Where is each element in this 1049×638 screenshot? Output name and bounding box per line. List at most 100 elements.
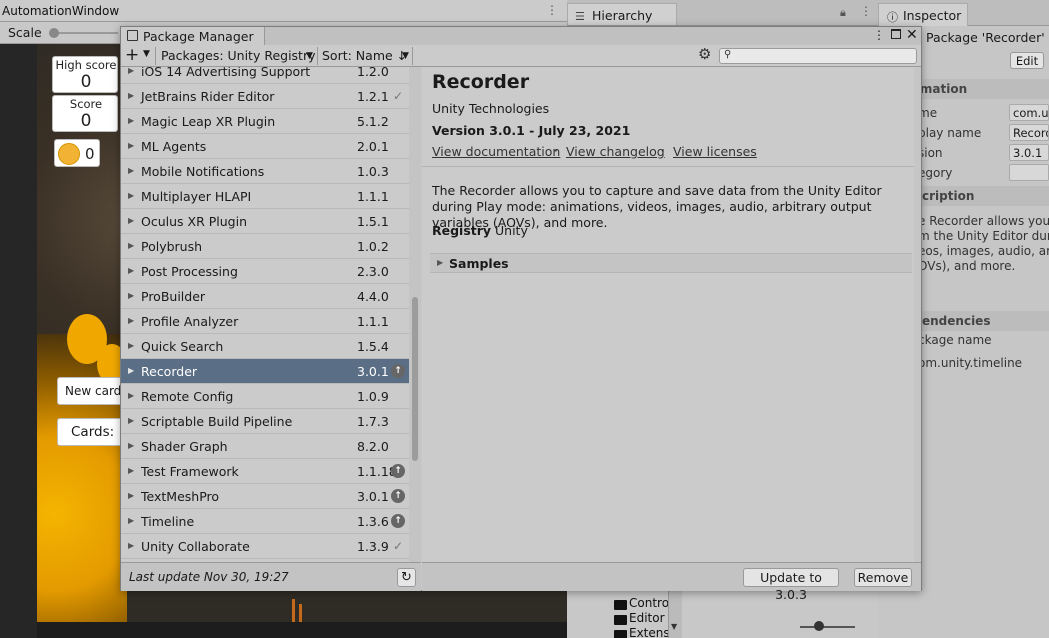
icon-size-slider-thumb[interactable]: [814, 621, 824, 631]
package-list-footer: Last update Nov 30, 19:27 ↻: [121, 562, 421, 591]
package-list-item[interactable]: ▶ iOS 14 Advertising Support 1.2.0: [121, 67, 409, 84]
divider: [422, 166, 914, 167]
update-available-icon: ↑: [391, 464, 405, 478]
chevron-right-icon[interactable]: ▶: [128, 291, 134, 300]
tab-hierarchy[interactable]: ☰ Hierarchy: [567, 3, 677, 25]
hierarchy-tab-bar: ☰ Hierarchy: [567, 0, 878, 26]
samples-foldout[interactable]: ▶ Samples: [430, 253, 912, 273]
field-value[interactable]: com.un: [1009, 104, 1049, 121]
packages-source-dropdown[interactable]: Packages: Unity Registry: [161, 48, 316, 63]
chevron-right-icon[interactable]: ▶: [128, 216, 134, 225]
chevron-right-icon[interactable]: ▶: [128, 316, 134, 325]
package-name: Recorder: [141, 364, 198, 379]
update-button[interactable]: Update to 3.0.3: [743, 568, 839, 602]
package-list-scroll-thumb[interactable]: [412, 297, 418, 461]
chevron-right-icon[interactable]: ▶: [128, 191, 134, 200]
package-name: ProBuilder: [141, 289, 206, 304]
dependencies-header[interactable]: endencies: [920, 311, 1049, 331]
scale-slider-track[interactable]: [58, 32, 118, 34]
package-manager-titlebar[interactable]: Package Manager ⋮ ✕: [121, 27, 921, 45]
chevron-right-icon[interactable]: ▶: [128, 116, 134, 125]
chevron-right-icon[interactable]: ▶: [128, 141, 134, 150]
package-list-item[interactable]: ▶ TextMeshPro 3.0.1 ↑: [121, 484, 409, 509]
chevron-right-icon[interactable]: ▶: [128, 341, 134, 350]
add-package-button[interactable]: +: [125, 46, 139, 64]
installed-check-icon: ✓: [392, 89, 404, 103]
package-manager-window: Package Manager ⋮ ✕ + ▼ Packages: Unity …: [120, 26, 922, 602]
package-list-item[interactable]: ▶ Scriptable Build Pipeline 1.7.3: [121, 409, 409, 434]
chevron-down-icon[interactable]: ▼: [143, 49, 150, 59]
tab-inspector[interactable]: ⓘ Inspector: [878, 3, 968, 26]
package-list-item[interactable]: ▶ Unity Collaborate 1.3.9 ✓: [121, 534, 409, 559]
package-list-item[interactable]: ▶ Test Framework 1.1.18 ↑: [121, 459, 409, 484]
chevron-right-icon[interactable]: ▶: [128, 391, 134, 400]
package-list-item[interactable]: ▶ Post Processing 2.3.0: [121, 259, 409, 284]
icon-size-slider-track[interactable]: [800, 626, 855, 628]
chevron-right-icon[interactable]: ▶: [128, 491, 134, 500]
chevron-down-icon[interactable]: ▼: [306, 51, 313, 61]
package-list-item[interactable]: ▶ Remote Config 1.0.9: [121, 384, 409, 409]
package-list-item[interactable]: ▶ ProBuilder 4.4.0: [121, 284, 409, 309]
chevron-right-icon[interactable]: ▶: [128, 91, 134, 100]
field-value[interactable]: 3.0.1: [1009, 144, 1049, 161]
view-changelog-link[interactable]: View changelog: [566, 144, 665, 159]
coin-value: 0: [85, 145, 95, 163]
chevron-right-icon[interactable]: ▶: [128, 67, 134, 75]
more-options-icon[interactable]: ⋮: [860, 4, 872, 18]
tab-package-manager[interactable]: Package Manager: [121, 27, 265, 45]
edit-button[interactable]: Edit: [1010, 52, 1044, 69]
chevron-right-icon[interactable]: ▶: [128, 516, 134, 525]
search-input[interactable]: ⚲: [719, 48, 917, 64]
field-value[interactable]: [1009, 164, 1049, 181]
chevron-right-icon[interactable]: ▶: [128, 366, 134, 375]
toolbar-divider: [412, 47, 413, 65]
package-list-item[interactable]: ▶ JetBrains Rider Editor 1.2.1 ✓: [121, 84, 409, 109]
new-card-button[interactable]: New card: [57, 377, 127, 405]
description-line: m the Unity Editor durin: [918, 229, 1049, 243]
chevron-right-icon[interactable]: ▶: [128, 266, 134, 275]
scale-slider-thumb[interactable]: [49, 28, 59, 38]
information-header[interactable]: rmation: [912, 79, 1049, 99]
view-documentation-link[interactable]: View documentation: [432, 144, 560, 159]
chevron-right-icon[interactable]: ▶: [128, 466, 134, 475]
chevron-right-icon[interactable]: ▶: [128, 541, 134, 550]
remove-button[interactable]: Remove: [854, 568, 912, 587]
gear-icon[interactable]: ⚙: [698, 45, 711, 63]
package-list-item[interactable]: ▶ Timeline 1.3.6 ↑: [121, 509, 409, 534]
field-label: egory: [918, 166, 953, 180]
package-version: 2.3.0: [357, 264, 389, 279]
package-list-item[interactable]: ▶ Quick Search 1.5.4: [121, 334, 409, 359]
chevron-right-icon[interactable]: ▶: [128, 416, 134, 425]
lock-icon[interactable]: 🔒︎: [840, 6, 846, 20]
package-list-item[interactable]: ▶ Multiplayer HLAPI 1.1.1: [121, 184, 409, 209]
automation-window-titlebar[interactable]: AutomationWindow ⋮: [0, 0, 567, 22]
package-list-item[interactable]: ▶ Profile Analyzer 1.1.1: [121, 309, 409, 334]
package-list-item[interactable]: ▶ Polybrush 1.0.2: [121, 234, 409, 259]
package-list-item[interactable]: ▶ Oculus XR Plugin 1.5.1: [121, 209, 409, 234]
search-icon: ⚲: [724, 49, 732, 60]
field-value[interactable]: Record: [1009, 124, 1049, 141]
package-list-item[interactable]: ▶ ML Agents 2.0.1: [121, 134, 409, 159]
package-name: Scriptable Build Pipeline: [141, 414, 293, 429]
chevron-right-icon[interactable]: ▶: [128, 241, 134, 250]
chevron-right-icon[interactable]: ▶: [128, 441, 134, 450]
chevron-down-icon[interactable]: ▼: [402, 51, 409, 61]
more-options-icon[interactable]: ⋮: [873, 28, 885, 42]
details-scrollbar[interactable]: [914, 67, 921, 562]
sort-dropdown[interactable]: Sort: Name ↓: [322, 48, 407, 63]
package-version: Version 3.0.1 - July 23, 2021: [432, 123, 631, 138]
package-list-item[interactable]: ▶ Recorder 3.0.1 ↑: [121, 359, 409, 384]
toolbar-divider: [317, 47, 318, 65]
refresh-button[interactable]: ↻: [397, 568, 416, 587]
update-available-icon: ↑: [391, 489, 405, 503]
package-list-item[interactable]: ▶ Shader Graph 8.2.0: [121, 434, 409, 459]
description-header[interactable]: cription: [920, 186, 1049, 206]
package-list-item[interactable]: ▶ Magic Leap XR Plugin 5.1.2: [121, 109, 409, 134]
view-licenses-link[interactable]: View licenses: [673, 144, 757, 159]
scroll-down-icon[interactable]: ▼: [671, 622, 677, 631]
package-list-item[interactable]: ▶ Mobile Notifications 1.0.3: [121, 159, 409, 184]
more-options-icon[interactable]: ⋮: [546, 3, 558, 17]
close-icon[interactable]: ✕: [906, 27, 918, 43]
chevron-right-icon[interactable]: ▶: [128, 166, 134, 175]
maximize-icon[interactable]: [891, 29, 901, 39]
